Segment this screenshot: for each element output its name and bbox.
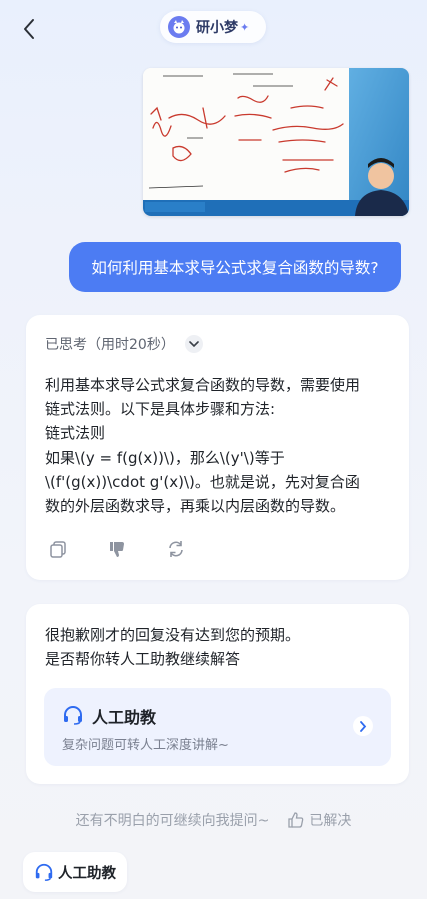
answer-line: 利用基本求导公式求复合函数的导数，需要使用 [45,376,361,394]
answer-actions [45,538,222,560]
answer-line: 链式法则。以下是具体步骤和方法: [45,400,276,419]
refresh-icon[interactable] [163,538,188,560]
user-message-text: 如何利用基本求导公式求复合函数的导数? [91,259,379,277]
assistant-title: 人工助教 [92,708,157,727]
human-assistant-label: 人工助教 [58,865,116,882]
chevron-left-icon [24,19,34,39]
answer-line: 如果\(y = f(g(x))\)，那么\(y'\)等于 [45,448,285,467]
brand-name: 研小梦 [196,20,238,36]
answer-line: \(f'(g(x))\cdot g'(x)\)。也就是说，先对复合函 [45,472,360,491]
whiteboard-image [143,68,409,216]
follow-up-prompt: 还有不明白的可继续向我提问~ [75,813,270,829]
answer-text: 利用基本求导公式求复合函数的导数，需要使用 链式法则。以下是具体步骤和方法: 链… [45,373,390,518]
human-assistant-card[interactable]: 人工助教 复杂问题可转人工深度讲解~ [44,688,391,766]
thumbs-down-icon[interactable] [104,538,129,560]
answer-line: 链式法则 [45,424,106,443]
sparkle-icon: ✦ [240,20,250,34]
human-assistant-button[interactable]: 人工助教 [23,852,127,892]
ai-answer-card: 已思考（用时20秒） 利用基本求导公式求复合函数的导数，需要使用 链式法则。以下… [26,315,409,580]
resolved-button[interactable]: 已解决 [287,810,351,830]
headset-icon [64,706,82,725]
thinking-label: 已思考（用时20秒） [45,337,175,353]
follow-up-row: 还有不明白的可继续向我提问~ 已解决 [0,808,427,832]
brand-avatar-icon [168,16,190,38]
thumbs-up-icon [288,812,304,828]
apology-line: 很抱歉刚才的回复没有达到您的预期。 [45,626,301,644]
apology-card: 很抱歉刚才的回复没有达到您的预期。 是否帮你转人工助教继续解答 人工助教 复杂问… [26,604,409,784]
apology-line: 是否帮你转人工助教继续解答 [45,650,241,668]
chevron-down-icon[interactable] [184,335,203,353]
assistant-subtitle: 复杂问题可转人工深度讲解~ [62,738,229,753]
user-message-bubble: 如何利用基本求导公式求复合函数的导数? [69,242,401,292]
brand-badge: 研小梦 ✦ [160,11,266,43]
video-thumbnail[interactable] [143,68,409,216]
chevron-right-icon[interactable] [353,716,373,736]
thinking-status[interactable]: 已思考（用时20秒） [45,334,203,354]
answer-line: 数的外层函数求导，再乘以内层函数的导数。 [45,497,346,516]
resolved-label: 已解决 [309,813,352,829]
back-button[interactable] [14,14,44,44]
headset-icon [35,863,53,881]
copy-icon[interactable] [45,538,70,560]
apology-text: 很抱歉刚才的回复没有达到您的预期。 是否帮你转人工助教继续解答 [45,623,300,671]
